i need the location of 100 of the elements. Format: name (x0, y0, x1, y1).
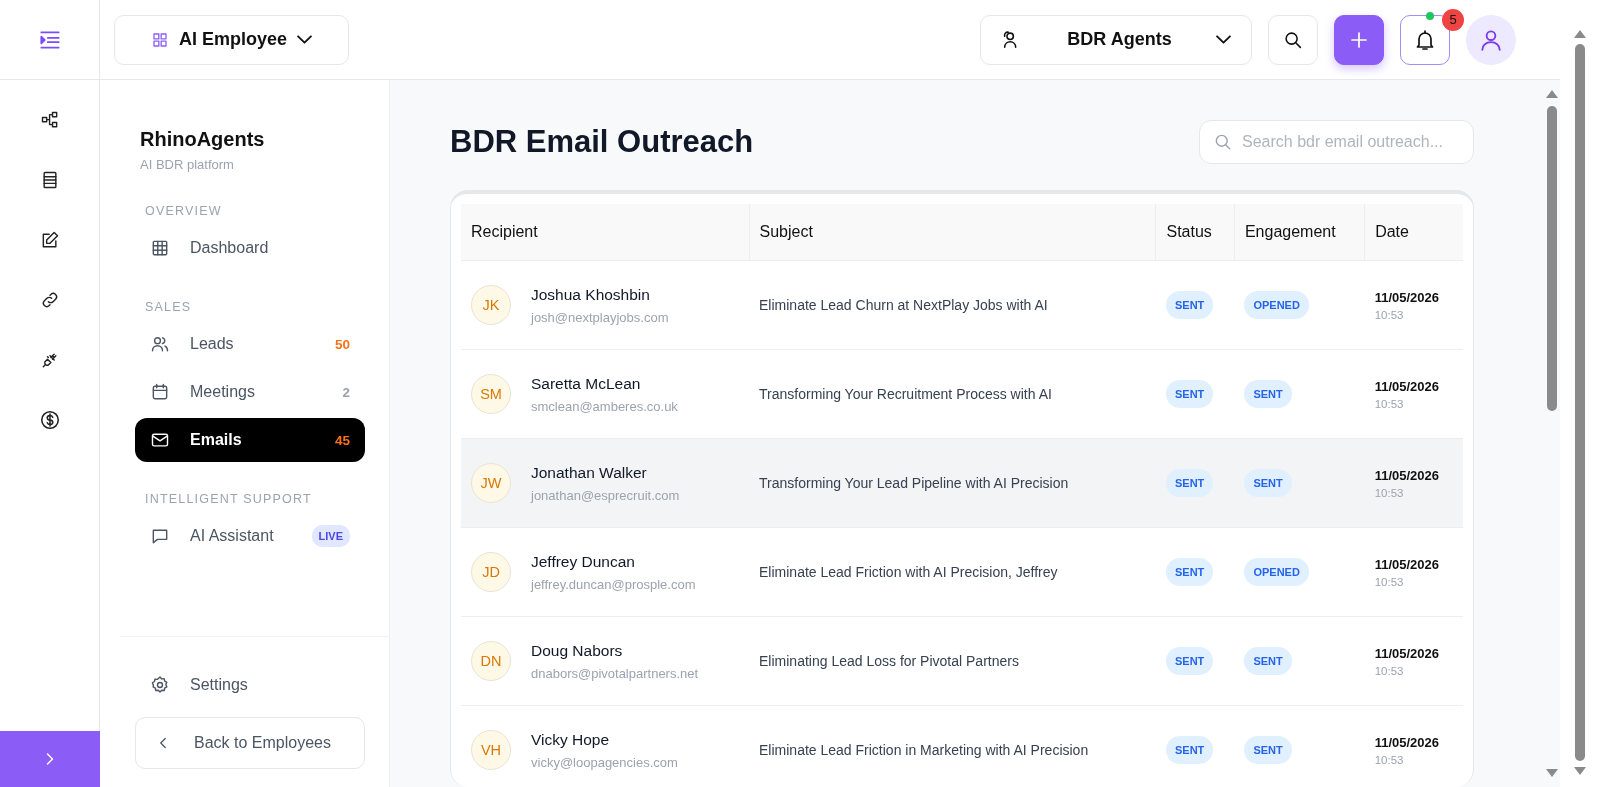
notifications-button[interactable] (1400, 14, 1450, 65)
column-header: Recipient (461, 204, 750, 261)
mail-icon (150, 430, 170, 450)
sent-time: 10:53 (1374, 664, 1405, 677)
count-label: 2 (342, 384, 350, 400)
sent-time: 10:53 (1374, 486, 1405, 499)
email-row[interactable]: JW Jonathan Walker jonathan@esprecruit.com Transforming Your Lead Pipeline with AI Precision SENT SENT 11/05/2026 10:53 (461, 438, 1463, 528)
status-badge: SENT (1165, 736, 1214, 764)
recipient-email: dnabors@pivotalpartners.net (531, 665, 699, 681)
sent-time: 10:53 (1374, 753, 1405, 766)
nav-item[interactable]: Leads 50 (135, 322, 365, 366)
sent-date: 11/05/2026 (1374, 467, 1440, 483)
initials-avatar: SM (471, 374, 511, 414)
brand-name: RhinoAgents (140, 128, 266, 151)
scroll-down-arrow[interactable] (1574, 767, 1586, 775)
recipient-email: jonathan@esprecruit.com (531, 487, 680, 503)
section-heading: INTELLIGENT SUPPORT (145, 492, 313, 506)
recipient-name: Jeffrey Duncan (531, 552, 636, 571)
initials-avatar: DN (471, 641, 511, 681)
page-title: BDR Email Outreach (450, 124, 754, 160)
recipient-email: smclean@amberes.co.uk (531, 398, 678, 414)
workspace-dropdown[interactable]: AI Employee (114, 14, 350, 65)
email-row[interactable]: JD Jeffrey Duncan jeffrey.duncan@prosple.com Eliminate Lead Friction with AI Precision, Jeffrey SENT OPENED 11/05/2026 10:53 (461, 527, 1463, 617)
section-heading: OVERVIEW (145, 204, 223, 218)
email-subject: Eliminate Lead Friction with AI Precision, Jeffrey (759, 564, 1058, 580)
column-header: Subject (749, 204, 1156, 261)
chevron-down-icon (1216, 35, 1231, 44)
recipient-name: Jonathan Walker (531, 463, 648, 482)
nav-item[interactable]: Meetings 2 (135, 370, 365, 414)
settings-icon (150, 675, 170, 695)
section-heading: SALES (145, 300, 193, 314)
recipient-email: jeffrey.duncan@prosple.com (531, 576, 696, 592)
engagement-badge: OPENED (1244, 291, 1309, 319)
recipient-name: Doug Nabors (531, 641, 624, 660)
agent-dropdown[interactable]: BDR Agents (980, 14, 1252, 65)
recipient-email: josh@nextplayjobs.com (531, 309, 669, 325)
engagement-badge: OPENED (1244, 558, 1309, 586)
brand-tagline: AI BDR platform (140, 157, 235, 172)
search-icon (1213, 132, 1233, 152)
email-row[interactable]: DN Doug Nabors dnabors@pivotalpartners.net Eliminating Lead Loss for Pivotal Partners SENT SENT 11/05/2026 10:53 (461, 616, 1463, 706)
recipient-name: Saretta McLean (531, 374, 642, 393)
grid-icon (151, 30, 169, 49)
scrollbar-thumb[interactable] (1547, 106, 1557, 411)
initials-avatar: JK (471, 285, 511, 325)
sent-date: 11/05/2026 (1374, 289, 1440, 305)
search-field[interactable]: Search bdr email outreach... (1199, 120, 1474, 164)
email-subject: Eliminating Lead Loss for Pivotal Partners (759, 653, 1019, 669)
chat-icon (150, 526, 170, 546)
column-header: Date (1364, 204, 1463, 261)
sent-time: 10:53 (1374, 575, 1405, 588)
users-icon (150, 334, 170, 354)
engagement-badge: SENT (1244, 380, 1292, 408)
chevron-down-icon (297, 35, 313, 44)
sent-date: 11/05/2026 (1374, 556, 1440, 572)
status-badge: SENT (1165, 647, 1214, 675)
email-row[interactable]: JK Joshua Khoshbin josh@nextplayjobs.com Eliminate Lead Churn at NextPlay Jobs with AI SENT OPENED 11/05/2026 10:53 (461, 260, 1463, 350)
email-row[interactable]: SM Saretta McLean smclean@amberes.co.uk Transforming Your Recruitment Process with AI SENT SENT 11/05/2026 10:53 (461, 349, 1463, 439)
engagement-badge: SENT (1244, 647, 1292, 675)
column-header: Status (1155, 204, 1235, 261)
scroll-up-arrow[interactable] (1574, 30, 1586, 38)
recipient-email: vicky@loopagencies.com (531, 754, 678, 770)
status-badge: SENT (1165, 380, 1214, 408)
email-subject: Eliminate Lead Friction in Marketing with AI Precision (759, 742, 1089, 758)
recipient-name: Vicky Hope (531, 730, 611, 749)
email-subject: Transforming Your Recruitment Process with AI (759, 386, 1052, 402)
initials-avatar: JW (471, 463, 511, 503)
add-button[interactable] (1334, 14, 1384, 65)
status-dot (1426, 11, 1434, 20)
notification-count: 5 (1442, 8, 1464, 31)
sent-date: 11/05/2026 (1374, 734, 1440, 750)
engagement-badge: SENT (1244, 736, 1292, 764)
search-button[interactable] (1268, 14, 1318, 65)
hierarchy-icon (39, 110, 60, 130)
settings-item[interactable]: Settings (135, 663, 365, 707)
live-badge: LIVE (311, 525, 350, 547)
status-badge: SENT (1165, 558, 1214, 586)
user-avatar[interactable] (1466, 14, 1516, 65)
count-label: 45 (334, 432, 350, 448)
calendar-icon (150, 382, 170, 402)
column-header: Engagement (1234, 204, 1365, 261)
initials-avatar: JD (471, 552, 511, 592)
initials-avatar: VH (471, 730, 511, 770)
email-row[interactable]: VH Vicky Hope vicky@loopagencies.com Eliminate Lead Friction in Marketing with AI Precision SENT SENT 11/05/2026 10:53 (461, 705, 1463, 787)
nav-item[interactable]: Dashboard (135, 226, 365, 270)
sent-time: 10:53 (1374, 308, 1405, 321)
sent-date: 11/05/2026 (1374, 378, 1440, 394)
sent-date: 11/05/2026 (1374, 645, 1440, 661)
count-label: 50 (334, 336, 350, 352)
nav-item[interactable]: Emails 45 (135, 418, 365, 462)
status-badge: SENT (1165, 469, 1214, 497)
dollar-icon (38, 409, 61, 431)
grid-icon (150, 238, 170, 258)
scrollbar-thumb[interactable] (1575, 44, 1585, 761)
recipient-name: Joshua Khoshbin (531, 285, 651, 304)
nav-item[interactable]: AI Assistant LIVE (135, 514, 365, 558)
email-subject: Eliminate Lead Churn at NextPlay Jobs with AI (759, 297, 1048, 313)
back-button[interactable]: Back to Employees (135, 717, 365, 769)
sent-time: 10:53 (1374, 397, 1405, 410)
email-subject: Transforming Your Lead Pipeline with AI Precision (759, 475, 1069, 491)
engagement-badge: SENT (1244, 469, 1292, 497)
